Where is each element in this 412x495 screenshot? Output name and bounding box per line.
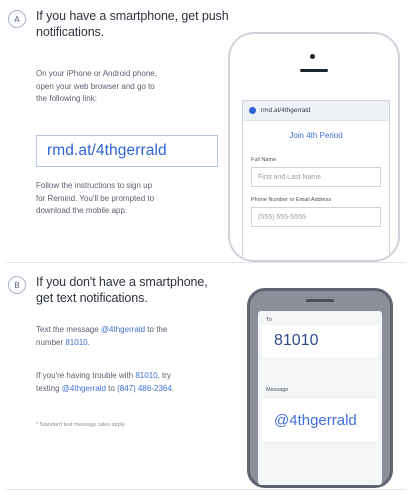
section-a-heading-line2: notifications.	[36, 25, 105, 39]
texting-pre: texting	[36, 383, 62, 393]
browser-url: rmd.at/4thgerrald	[261, 107, 311, 114]
remind-logo-icon	[249, 107, 256, 114]
section-smartphone: A If you have a smartphone, get push not…	[0, 0, 412, 262]
instr-line3: the following link:	[36, 94, 97, 103]
trouble-number: 81010	[135, 371, 158, 380]
backup-phone-number[interactable]: (847) 486-2364	[117, 384, 172, 393]
phone-screen: rmd.at/4thgerrald Join 4th Period Full N…	[242, 100, 390, 260]
follow-line1: Follow the instructions to sign up	[36, 181, 153, 190]
message-label: Message	[266, 387, 289, 393]
trouble-instructions: If you're having trouble with 81010, try…	[36, 370, 174, 395]
class-code: @4thgerrald	[100, 325, 146, 334]
trouble-post: , try	[157, 371, 171, 380]
follow-line3: download the mobile app.	[36, 206, 128, 215]
texting-code: @4thgerrald	[61, 383, 106, 393]
section-b-heading: If you don't have a smartphone, get text…	[36, 274, 208, 306]
camera-dot	[310, 54, 315, 59]
step-b-badge: B	[8, 276, 26, 294]
bottom-divider	[6, 489, 406, 490]
fine-print: * Standard text message rates apply.	[36, 422, 126, 428]
trouble-line2: texting @4thgerrald to (847) 486-2364.	[36, 383, 174, 396]
contact-label: Phone Number or Email Address	[251, 197, 332, 203]
speaker-slot	[300, 69, 328, 72]
signup-link[interactable]: rmd.at/4thgerrald	[36, 135, 218, 167]
text-pre: Text the message	[36, 325, 101, 334]
section-text-notifications: B If you don't have a smartphone, get te…	[0, 262, 412, 488]
phone-screen: To 81010 Message @4thgerrald	[258, 311, 382, 485]
full-name-field: First and Last Name	[251, 167, 381, 187]
section-a-instructions: On your iPhone or Android phone, open yo…	[36, 68, 157, 106]
texting-post: .	[171, 383, 175, 393]
section-a-heading: If you have a smartphone, get push notif…	[36, 8, 229, 40]
texting-mid: to	[105, 383, 118, 393]
text-message-instructions: Text the message @4thgerrald to the numb…	[36, 324, 167, 349]
full-name-label: Full Name	[251, 157, 277, 163]
section-a-heading-line1: If you have a smartphone, get push	[36, 9, 229, 23]
instr-line1: On your iPhone or Android phone,	[36, 69, 157, 78]
contact-field: (555) 555-5555	[251, 207, 381, 227]
follow-line2: for Remind. You'll be prompted to	[36, 193, 155, 203]
text-mid: to the	[145, 325, 168, 334]
number-pre: number	[36, 337, 66, 347]
trouble-pre: If you're having trouble with	[36, 371, 136, 380]
step-a-badge: A	[8, 10, 26, 28]
instr-line2: open your web browser and go to	[36, 81, 155, 91]
to-field: 81010	[262, 325, 378, 357]
class-join-title: Join 4th Period	[289, 131, 343, 140]
feature-phone-illustration: To 81010 Message @4thgerrald	[247, 288, 393, 488]
text-line2: number 81010.	[36, 337, 167, 350]
section-b-heading-line1: If you don't have a smartphone,	[36, 275, 208, 289]
message-field: @4thgerrald	[262, 399, 378, 441]
to-label: To	[266, 317, 272, 323]
section-a-follow-text: Follow the instructions to sign up for R…	[36, 180, 154, 218]
number-post: .	[87, 337, 90, 347]
smartphone-illustration: rmd.at/4thgerrald Join 4th Period Full N…	[228, 32, 400, 262]
speaker-slot	[306, 299, 334, 302]
browser-url-bar: rmd.at/4thgerrald	[243, 101, 389, 121]
short-code-number: 81010	[65, 337, 88, 347]
text-line1: Text the message @4thgerrald to the	[36, 324, 167, 337]
section-b-heading-line2: get text notifications.	[36, 291, 148, 305]
trouble-line1: If you're having trouble with 81010, try	[36, 370, 174, 383]
